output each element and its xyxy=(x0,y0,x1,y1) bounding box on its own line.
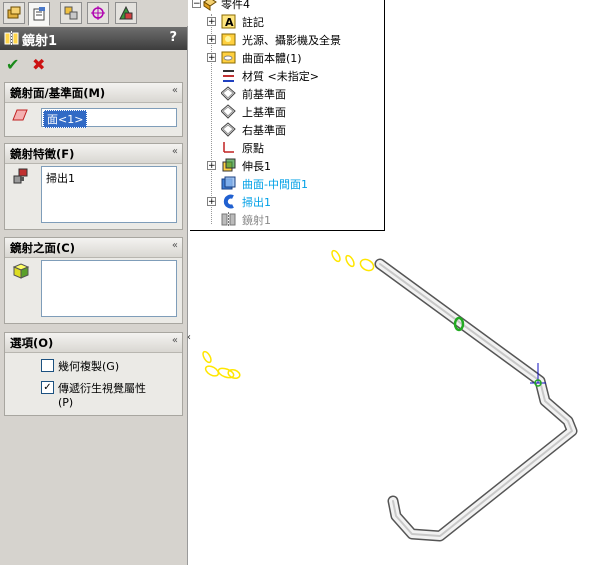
tree-item-label: 掃出1 xyxy=(242,196,271,209)
features-to-mirror-group-header[interactable]: 鏡射特徵(F) « xyxy=(5,144,182,164)
feature-tree: − 零件4 + A 註記 + 光源、攝影機及全景 + 曲面本體(1) 材質 <未指定> 前基準面上基… xyxy=(190,0,385,231)
tab-feature-manager[interactable] xyxy=(3,2,25,24)
collapse-icon[interactable]: « xyxy=(172,146,178,157)
sweep-icon xyxy=(223,194,234,209)
mirror-face-selection-field[interactable]: 面<1> xyxy=(41,108,177,128)
origin-icon xyxy=(223,142,234,153)
tree-item[interactable]: 前基準面 xyxy=(190,85,385,102)
mirror-feature-icon xyxy=(4,31,19,46)
features-icon xyxy=(13,168,28,184)
tab-configuration-manager[interactable] xyxy=(60,2,82,24)
tree-item-label: 材質 <未指定> xyxy=(242,70,319,83)
face-cube-icon xyxy=(12,263,30,279)
faces-to-mirror-group-header[interactable]: 鏡射之面(C) « xyxy=(5,238,182,258)
mirror-icon xyxy=(221,212,236,227)
list-item[interactable]: 掃出1 xyxy=(46,170,172,186)
tree-item[interactable]: + 掃出1 xyxy=(190,193,385,210)
collapse-icon[interactable]: « xyxy=(172,85,178,96)
tree-item-label: 註記 xyxy=(242,16,264,29)
property-manager-panel: 鏡射1 ? ✔ ✖ 鏡射面/基準面(M) « 面<1> 鏡射特徵(F) « 掃出… xyxy=(0,0,191,565)
dimxpert-icon xyxy=(91,6,105,20)
configuration-icon xyxy=(64,6,78,20)
geometry-pattern-checkbox[interactable]: 幾何複製(G) xyxy=(41,358,119,374)
page-title: 鏡射1 xyxy=(22,34,58,49)
propagate-visual-checkbox[interactable]: ✓ 傳遞衍生視覺屬性 (P) xyxy=(41,380,146,409)
mirror-plane-group: 鏡射面/基準面(M) « 面<1> xyxy=(4,82,183,137)
tree-item[interactable]: + 曲面本體(1) xyxy=(190,49,385,66)
tree-item-label: 右基準面 xyxy=(242,124,286,137)
faces-to-mirror-list[interactable] xyxy=(41,260,177,317)
expand-toggle-icon[interactable]: + xyxy=(207,53,216,63)
checkbox-box-checked[interactable]: ✓ xyxy=(41,381,54,394)
features-to-mirror-group: 鏡射特徵(F) « 掃出1 xyxy=(4,143,183,230)
expand-toggle-icon[interactable]: + xyxy=(207,35,216,45)
group-title: 鏡射之面(C) xyxy=(10,241,75,255)
expand-toggle-icon[interactable]: + xyxy=(207,17,216,27)
tree-item[interactable]: 材質 <未指定> xyxy=(190,67,385,84)
checkbox-label: 傳遞衍生視覺屬性 (P) xyxy=(58,382,146,409)
property-manager-title-bar: 鏡射1 ? xyxy=(0,27,187,50)
tree-item[interactable]: 原點 xyxy=(190,139,385,156)
tree-item-label: 前基準面 xyxy=(242,88,286,101)
tab-display-manager[interactable] xyxy=(115,2,137,24)
plane-icon xyxy=(221,86,236,101)
mirror-plane-group-header[interactable]: 鏡射面/基準面(M) « xyxy=(5,83,182,103)
midsurface-icon xyxy=(221,176,236,190)
manager-tabs xyxy=(0,0,188,26)
tree-item[interactable]: 右基準面 xyxy=(190,121,385,138)
graphics-viewport[interactable] xyxy=(190,231,602,565)
surface-bodies-icon xyxy=(221,51,236,64)
part-icon xyxy=(203,0,217,11)
tree-item-label: 零件4 xyxy=(221,0,250,11)
tree-item[interactable]: + 伸長1 xyxy=(190,157,385,174)
cancel-button[interactable]: ✖ xyxy=(32,55,45,74)
mirror-preview-yellow xyxy=(202,249,375,380)
tree-item[interactable]: 曲面-中間面1 xyxy=(190,175,385,192)
help-button[interactable]: ? xyxy=(169,30,177,45)
model-canvas[interactable] xyxy=(190,231,602,565)
extrude-icon xyxy=(222,158,236,172)
options-group-header[interactable]: 選項(O) « xyxy=(5,333,182,353)
tree-item[interactable]: + 光源、攝影機及全景 xyxy=(190,31,385,48)
tree-item-label: 鏡射1 xyxy=(242,214,271,227)
selected-face-item[interactable]: 面<1> xyxy=(43,110,88,128)
tree-item[interactable]: + A 註記 xyxy=(190,13,385,30)
lights-camera-icon xyxy=(221,33,236,46)
material-icon xyxy=(223,70,234,82)
tree-item-label: 光源、攝影機及全景 xyxy=(242,34,341,47)
collapse-icon[interactable]: « xyxy=(172,240,178,251)
group-title: 鏡射面/基準面(M) xyxy=(10,86,106,100)
group-title: 選項(O) xyxy=(10,336,54,350)
features-to-mirror-list[interactable]: 掃出1 xyxy=(41,166,177,223)
property-manager-icon xyxy=(33,7,45,21)
options-group: 選項(O) « 幾何複製(G) ✓ 傳遞衍生視覺屬性 (P) xyxy=(4,332,183,416)
sweep-pipe-model[interactable] xyxy=(374,258,578,542)
tree-item-label: 曲面本體(1) xyxy=(242,52,302,65)
ok-button[interactable]: ✔ xyxy=(6,55,19,74)
tree-item[interactable]: − 零件4 xyxy=(190,0,385,12)
tree-item[interactable]: 上基準面 xyxy=(190,103,385,120)
checkbox-box[interactable] xyxy=(41,359,54,372)
expand-toggle-icon[interactable]: + xyxy=(207,197,216,207)
expand-toggle-icon[interactable]: + xyxy=(207,161,216,171)
tree-item[interactable]: 鏡射1 xyxy=(190,211,385,228)
collapse-icon[interactable]: « xyxy=(172,335,178,346)
faces-to-mirror-group: 鏡射之面(C) « xyxy=(4,237,183,324)
annotations-icon: A xyxy=(221,14,236,29)
plane-icon xyxy=(221,104,236,119)
tab-property-manager[interactable] xyxy=(28,2,50,26)
display-manager-icon xyxy=(119,5,133,20)
expand-toggle-icon[interactable]: − xyxy=(192,0,201,9)
tree-item-label: 曲面-中間面1 xyxy=(242,178,308,191)
group-title: 鏡射特徵(F) xyxy=(10,147,75,161)
tree-item-label: 伸長1 xyxy=(242,160,271,173)
face-plane-icon xyxy=(12,109,28,121)
tree-item-label: 上基準面 xyxy=(242,106,286,119)
tab-dimxpert-manager[interactable] xyxy=(87,2,109,24)
feature-tree-icon xyxy=(7,6,21,19)
svg-text:A: A xyxy=(225,16,234,29)
plane-icon xyxy=(221,122,236,137)
tree-item-label: 原點 xyxy=(242,142,264,155)
checkbox-label: 幾何複製(G) xyxy=(58,360,120,373)
